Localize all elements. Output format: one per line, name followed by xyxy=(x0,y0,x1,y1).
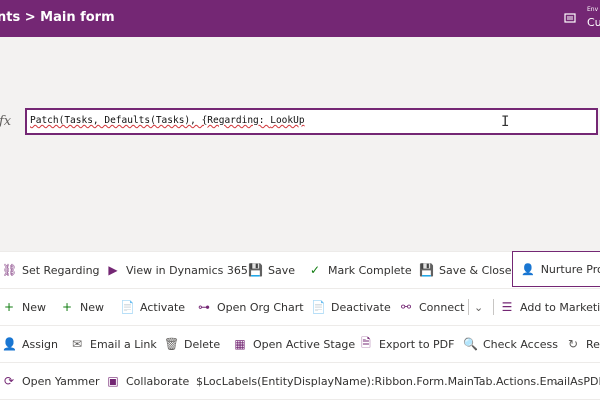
plus-icon: + xyxy=(3,300,15,314)
formula-text-part2: LookUp xyxy=(270,115,305,126)
chevron-down-icon: ⌄ xyxy=(474,300,484,314)
trash-icon: 🗑 xyxy=(164,337,180,351)
stage-icon: ▦ xyxy=(234,337,246,351)
org-chart-icon: ⊶ xyxy=(198,300,210,314)
save-close-button[interactable]: 💾 Save & Close xyxy=(419,252,512,288)
more-commands-button[interactable]: ⌄ xyxy=(552,363,561,399)
set-regarding-label: Set Regarding xyxy=(22,263,100,277)
chevron-down-icon: ⌄ xyxy=(552,374,562,388)
new-button-2[interactable]: + New xyxy=(60,289,104,325)
view-in-dynamics-button[interactable]: ▶ View in Dynamics 365 xyxy=(106,252,248,288)
deactivate-button[interactable]: 📄 Deactivate xyxy=(311,289,391,325)
check-access-label: Check Access xyxy=(483,337,558,351)
environment-label: Env xyxy=(587,6,599,13)
command-row-4: ⟳ Open Yammer ▣ Collaborate $LocLabels(E… xyxy=(0,362,600,399)
export-to-pdf-button[interactable]: 🗎 Export to PDF xyxy=(359,326,454,362)
save-icon: 💾 xyxy=(248,263,263,277)
dynamics-icon: ▶ xyxy=(108,263,118,277)
fx-label: fx xyxy=(0,114,12,129)
email-a-link-button[interactable]: ✉ Email a Link xyxy=(70,326,157,362)
refresh-icon: ↻ xyxy=(567,337,579,351)
assign-person-icon: 👤 xyxy=(2,337,17,351)
email-a-link-label: Email a Link xyxy=(90,337,157,351)
activate-button[interactable]: 📄 Activate xyxy=(120,289,185,325)
export-to-pdf-label: Export to PDF xyxy=(379,337,455,351)
checkmark-icon: ✓ xyxy=(309,263,321,277)
open-active-stage-button[interactable]: ▦ Open Active Stage xyxy=(233,326,355,362)
formula-text[interactable]: Patch(Tasks, Defaults(Tasks), {Regarding… xyxy=(30,115,305,126)
nurture-program-label: Nurture Prog xyxy=(540,262,600,276)
mark-complete-button[interactable]: ✓ Mark Complete xyxy=(308,252,412,288)
assign-label: Assign xyxy=(22,337,58,351)
breadcrumb[interactable]: nts > Main form xyxy=(0,10,115,25)
connect-label: Connect xyxy=(419,300,465,314)
open-active-stage-label: Open Active Stage xyxy=(253,337,356,351)
plus-icon: + xyxy=(61,300,73,314)
bottom-command-strip xyxy=(0,399,600,415)
add-to-marketing-list-button[interactable]: ☰ Add to Marketin xyxy=(500,289,600,325)
check-access-button[interactable]: 🔍 Check Access xyxy=(463,326,558,362)
formula-area: fx Patch(Tasks, Defaults(Tasks), {Regard… xyxy=(0,37,600,250)
nurture-program-button[interactable]: 👤 Nurture Prog xyxy=(512,251,600,287)
save-button[interactable]: 💾 Save xyxy=(248,252,295,288)
divider xyxy=(468,299,469,315)
collaborate-button[interactable]: ▣ Collaborate xyxy=(106,363,189,399)
email-as-pdf-label: $LocLabels(EntityDisplayName):Ribbon.For… xyxy=(196,374,600,388)
email-icon: ✉ xyxy=(71,337,83,351)
email-as-pdf-button[interactable]: $LocLabels(EntityDisplayName):Ribbon.For… xyxy=(196,363,600,399)
text-cursor-icon: I xyxy=(501,114,510,130)
refresh-button[interactable]: ↻ Ref xyxy=(566,326,600,362)
activate-icon: 📄 xyxy=(120,300,135,314)
connect-icon: ⚯ xyxy=(400,300,412,314)
divider xyxy=(493,299,494,315)
formula-input[interactable]: Patch(Tasks, Defaults(Tasks), {Regarding… xyxy=(25,108,598,135)
connect-button[interactable]: ⚯ Connect xyxy=(399,289,465,325)
open-yammer-button[interactable]: ⟳ Open Yammer xyxy=(2,363,100,399)
delete-button[interactable]: 🗑 Delete xyxy=(164,326,220,362)
deactivate-label: Deactivate xyxy=(331,300,391,314)
open-org-chart-button[interactable]: ⊶ Open Org Chart xyxy=(197,289,304,325)
connect-dropdown-button[interactable]: ⌄ xyxy=(474,289,483,325)
mark-complete-label: Mark Complete xyxy=(328,263,412,277)
formula-text-part1: Patch(Tasks, Defaults(Tasks), {Regarding… xyxy=(30,115,271,126)
environment-icon[interactable] xyxy=(563,11,577,25)
command-row-3: 👤 Assign ✉ Email a Link 🗑 Delete ▦ Open … xyxy=(0,325,600,362)
activate-label: Activate xyxy=(140,300,186,314)
assign-button[interactable]: 👤 Assign xyxy=(2,326,58,362)
command-row-2: + New + New 📄 Activate ⊶ Open Org Chart … xyxy=(0,288,600,325)
view-in-dynamics-label: View in Dynamics 365 xyxy=(126,263,248,277)
new-button-1[interactable]: + New xyxy=(2,289,46,325)
person-icon: 👤 xyxy=(521,262,535,276)
link-icon: ⛓ xyxy=(2,263,18,277)
top-bar: nts > Main form Env Cu xyxy=(0,0,600,37)
set-regarding-button[interactable]: ⛓ Set Regarding xyxy=(2,252,100,288)
command-row-1: ⛓ Set Regarding ▶ View in Dynamics 365 💾… xyxy=(0,251,600,288)
open-yammer-label: Open Yammer xyxy=(22,374,100,388)
save-close-icon: 💾 xyxy=(419,263,434,277)
add-list-icon: ☰ xyxy=(501,300,513,314)
pdf-icon: 🗎 xyxy=(361,335,371,350)
search-icon: 🔍 xyxy=(463,337,478,351)
add-to-marketing-label: Add to Marketin xyxy=(520,300,600,314)
yammer-icon: ⟳ xyxy=(3,374,15,388)
open-org-chart-label: Open Org Chart xyxy=(217,300,304,314)
teams-icon: ▣ xyxy=(107,374,119,388)
new-label-1: New xyxy=(22,300,46,314)
new-label-2: New xyxy=(80,300,104,314)
refresh-label: Ref xyxy=(586,337,600,351)
save-label: Save xyxy=(268,263,296,277)
environment-name[interactable]: Cu xyxy=(587,16,600,29)
collaborate-label: Collaborate xyxy=(126,374,190,388)
deactivate-icon: 📄 xyxy=(311,300,326,314)
delete-label: Delete xyxy=(184,337,221,351)
save-close-label: Save & Close xyxy=(439,263,512,277)
